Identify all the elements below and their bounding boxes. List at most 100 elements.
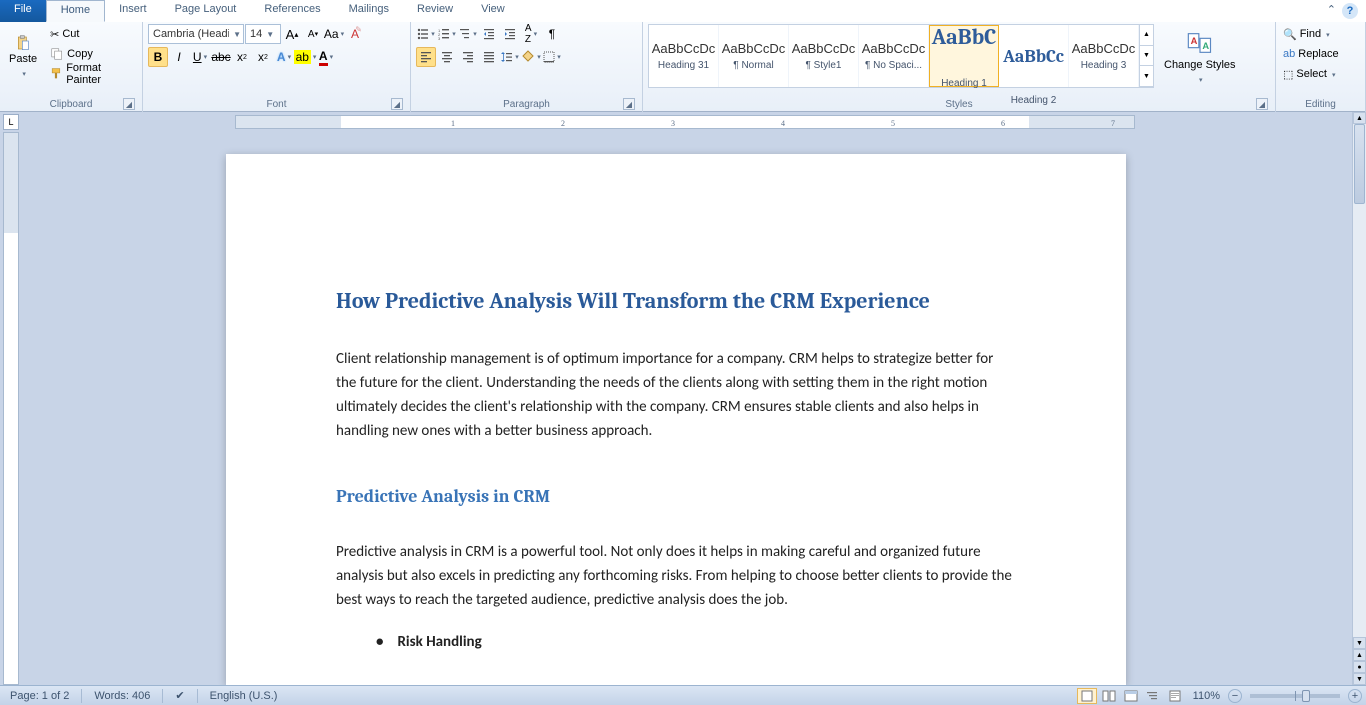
page[interactable]: How Predictive Analysis Will Transform t… [226, 154, 1126, 685]
gallery-down-button[interactable]: ▼ [1140, 46, 1153, 67]
gallery-more-button[interactable]: ▼ [1140, 66, 1153, 87]
zoom-handle[interactable] [1302, 690, 1310, 702]
tab-page-layout[interactable]: Page Layout [161, 0, 251, 22]
style-heading2[interactable]: AaBbCcHeading 2 [999, 25, 1069, 87]
style-style1[interactable]: AaBbCcDc¶ Style1 [789, 25, 859, 87]
superscript-button[interactable]: x2 [253, 47, 273, 67]
tab-insert[interactable]: Insert [105, 0, 161, 22]
style-normal[interactable]: AaBbCcDc¶ Normal [719, 25, 789, 87]
tab-view[interactable]: View [467, 0, 519, 22]
bullet-item-1[interactable]: • Risk Handling [376, 630, 1016, 654]
bullet-text: Risk Handling [397, 630, 481, 654]
paragraph-1[interactable]: Client relationship management is of opt… [336, 347, 1016, 443]
font-color-button[interactable]: A [316, 47, 336, 67]
change-styles-button[interactable]: AA Change Styles [1160, 24, 1240, 90]
justify-button[interactable] [479, 47, 499, 67]
scroll-up-button[interactable]: ▲ [1353, 112, 1366, 124]
ruler-area: L 123 456 7 [0, 112, 1366, 132]
heading-2[interactable]: Predictive Analysis in CRM [336, 483, 1016, 512]
page-indicator[interactable]: Page: 1 of 2 [4, 690, 75, 702]
tab-file[interactable]: File [0, 0, 46, 22]
clear-formatting-button[interactable]: A✎ [345, 24, 365, 44]
bullets-button[interactable] [416, 24, 436, 44]
styles-gallery-scroll: ▲ ▼ ▼ [1139, 25, 1153, 87]
clipboard-launcher[interactable]: ◢ [123, 98, 135, 110]
align-left-button[interactable] [416, 47, 436, 67]
style-heading3[interactable]: AaBbCcDcHeading 3 [1069, 25, 1139, 87]
tab-references[interactable]: References [250, 0, 334, 22]
copy-button[interactable]: Copy [47, 44, 137, 64]
outline-view[interactable] [1143, 688, 1163, 704]
scroll-thumb[interactable] [1354, 124, 1365, 204]
change-styles-icon: AA [1186, 29, 1214, 57]
svg-text:1: 1 [451, 119, 455, 128]
print-layout-view[interactable] [1077, 688, 1097, 704]
font-name-dropdown[interactable]: Cambria (Headi ▼ [148, 24, 244, 44]
cut-button[interactable]: ✂ Cut [47, 24, 137, 44]
italic-button[interactable]: I [169, 47, 189, 67]
paste-button[interactable]: Paste [5, 24, 41, 90]
shading-button[interactable] [521, 47, 541, 67]
group-label-clipboard: Clipboard ◢ [5, 98, 137, 112]
tab-review[interactable]: Review [403, 0, 467, 22]
sort-button[interactable]: AZ [521, 24, 541, 44]
gallery-up-button[interactable]: ▲ [1140, 25, 1153, 46]
shrink-font-button[interactable]: A▾ [303, 24, 323, 44]
show-hide-button[interactable]: ¶ [542, 24, 562, 44]
draft-view[interactable] [1165, 688, 1185, 704]
horizontal-ruler[interactable]: 123 456 7 [235, 115, 1135, 129]
prev-page-button[interactable]: ▲ [1353, 649, 1366, 661]
numbering-button[interactable]: 123 [437, 24, 457, 44]
full-screen-reading-view[interactable] [1099, 688, 1119, 704]
vertical-ruler[interactable] [3, 132, 19, 685]
bullet-icon: • [376, 630, 383, 654]
language-indicator[interactable]: English (U.S.) [204, 690, 284, 702]
multilevel-list-button[interactable] [458, 24, 478, 44]
subscript-button[interactable]: x2 [232, 47, 252, 67]
web-layout-view[interactable] [1121, 688, 1141, 704]
zoom-level[interactable]: 110% [1187, 690, 1226, 702]
vertical-scrollbar[interactable]: ▲ ▼ ▲ ● ▼ [1352, 112, 1366, 685]
increase-indent-button[interactable] [500, 24, 520, 44]
paste-icon [15, 35, 31, 51]
align-right-button[interactable] [458, 47, 478, 67]
paragraph-launcher[interactable]: ◢ [623, 98, 635, 110]
tab-selector[interactable]: L [3, 114, 19, 130]
find-button[interactable]: 🔍 Find [1281, 24, 1332, 44]
minimize-ribbon-icon[interactable]: ⌃ [1327, 3, 1336, 19]
proofing-icon[interactable]: ✔ [169, 689, 190, 702]
next-page-button[interactable]: ▼ [1353, 673, 1366, 685]
scroll-down-button[interactable]: ▼ [1353, 637, 1366, 649]
zoom-slider[interactable] [1250, 694, 1340, 698]
word-count[interactable]: Words: 406 [88, 690, 156, 702]
align-center-button[interactable] [437, 47, 457, 67]
replace-button[interactable]: ab Replace [1281, 44, 1341, 64]
grow-font-button[interactable]: A▴ [282, 24, 302, 44]
font-size-dropdown[interactable]: 14 ▼ [245, 24, 281, 44]
tab-home[interactable]: Home [46, 0, 105, 22]
styles-launcher[interactable]: ◢ [1256, 98, 1268, 110]
line-spacing-button[interactable] [500, 47, 520, 67]
bold-button[interactable]: B [148, 47, 168, 67]
document-title[interactable]: How Predictive Analysis Will Transform t… [336, 284, 1016, 319]
underline-button[interactable]: U [190, 47, 210, 67]
style-heading31[interactable]: AaBbCcDcHeading 31 [649, 25, 719, 87]
decrease-indent-button[interactable] [479, 24, 499, 44]
text-effects-button[interactable]: A [274, 47, 294, 67]
style-heading1[interactable]: AaBbCHeading 1 [929, 25, 999, 87]
tab-mailings[interactable]: Mailings [335, 0, 403, 22]
change-case-button[interactable]: Aa [324, 24, 344, 44]
browse-object-button[interactable]: ● [1353, 661, 1366, 673]
zoom-in-button[interactable]: + [1348, 689, 1362, 703]
help-icon[interactable]: ? [1342, 3, 1358, 19]
zoom-out-button[interactable]: − [1228, 689, 1242, 703]
borders-button[interactable] [542, 47, 562, 67]
format-painter-button[interactable]: Format Painter [47, 64, 137, 84]
select-button[interactable]: ⬚ Select [1281, 64, 1338, 84]
font-launcher[interactable]: ◢ [391, 98, 403, 110]
strikethrough-button[interactable]: abc [211, 47, 231, 67]
highlight-button[interactable]: ab [295, 47, 315, 67]
chevron-down-icon: ▼ [266, 30, 274, 39]
style-no-spacing[interactable]: AaBbCcDc¶ No Spaci... [859, 25, 929, 87]
paragraph-2[interactable]: Predictive analysis in CRM is a powerful… [336, 540, 1016, 612]
